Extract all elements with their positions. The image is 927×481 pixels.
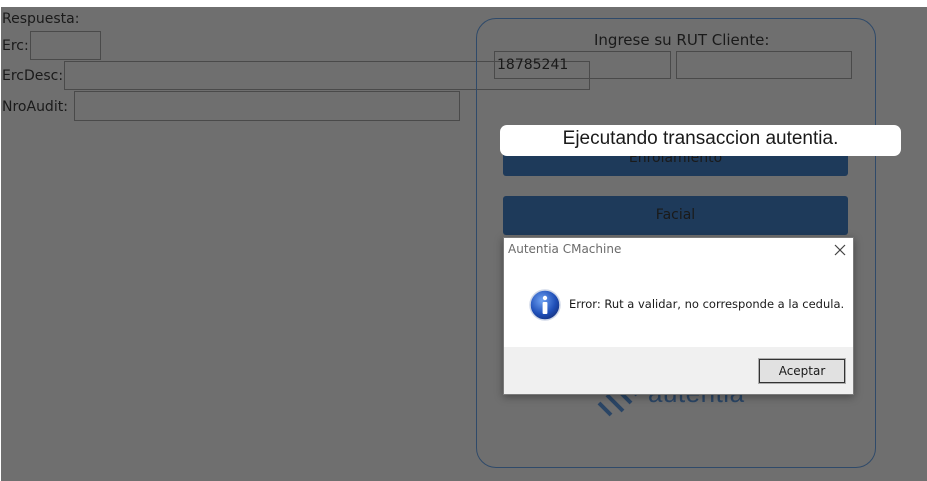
- close-icon[interactable]: [832, 242, 848, 258]
- facial-label: Facial: [655, 207, 696, 223]
- rut-input[interactable]: 18785241: [494, 51, 671, 79]
- respuesta-label: Respuesta:: [2, 11, 80, 27]
- ercdesc-label: ErcDesc:: [2, 68, 64, 84]
- error-dialog: Autentia CMachine Error: Rut a validar, …: [503, 237, 854, 395]
- erc-label: Erc:: [2, 38, 29, 54]
- aceptar-label: Aceptar: [778, 364, 826, 378]
- status-toast-text: Ejecutando transaccion autentia.: [562, 128, 839, 149]
- info-icon: [529, 289, 561, 321]
- aceptar-button[interactable]: Aceptar: [758, 358, 846, 384]
- status-toast: Ejecutando transaccion autentia.: [500, 125, 901, 156]
- nroaudit-label: NroAudit:: [2, 99, 68, 115]
- dialog-message: Error: Rut a validar, no corresponde a l…: [569, 297, 845, 311]
- rut-dv-input[interactable]: [676, 51, 852, 79]
- facial-button[interactable]: Facial: [503, 196, 848, 235]
- rut-label: Ingrese su RUT Cliente:: [594, 31, 770, 49]
- dialog-title: Autentia CMachine: [508, 242, 622, 256]
- window-top-strip: [0, 0, 927, 7]
- erc-field[interactable]: [30, 31, 101, 60]
- nroaudit-field[interactable]: [74, 91, 460, 121]
